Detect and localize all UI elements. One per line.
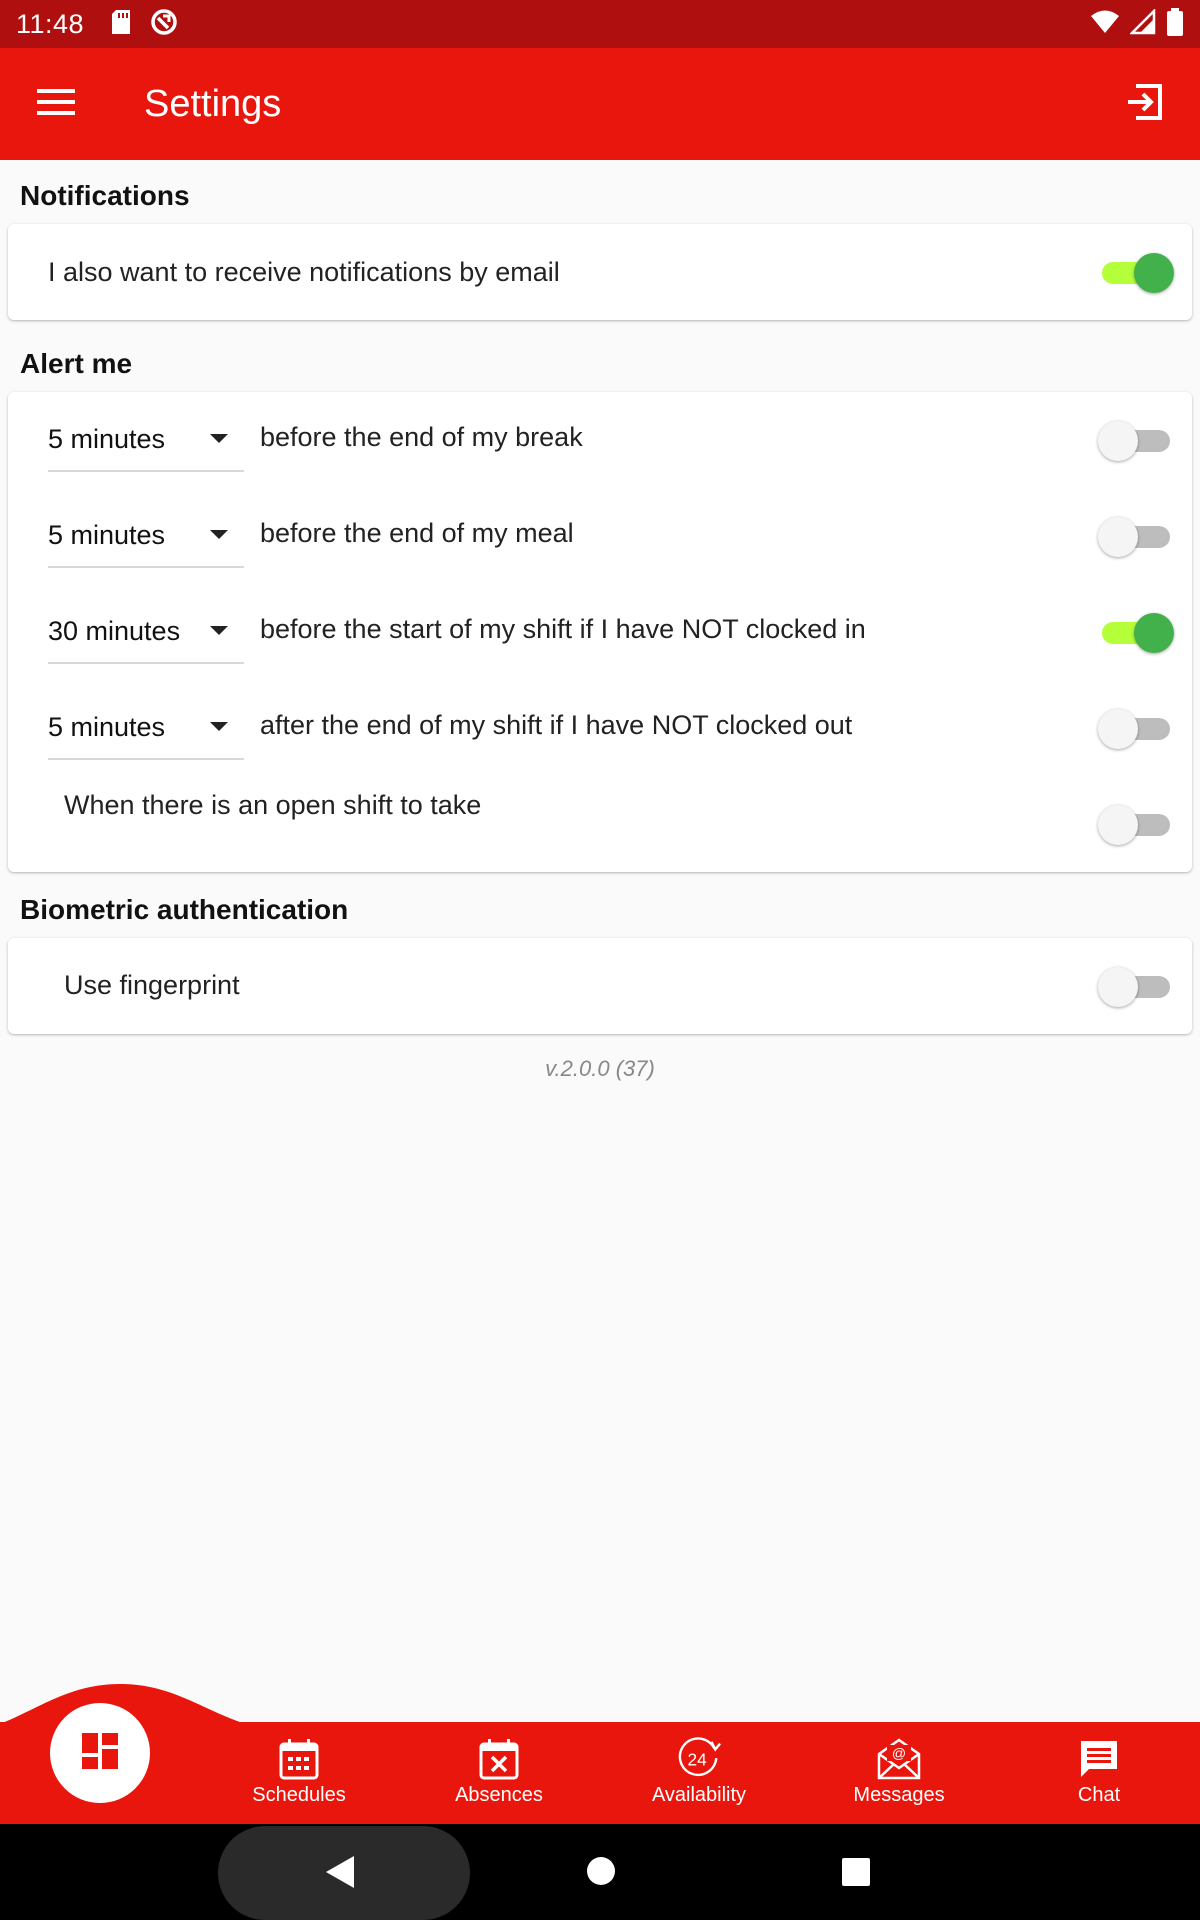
calendar-x-icon xyxy=(476,1736,522,1782)
biometric-card: Use fingerprint xyxy=(8,938,1192,1034)
nav-absences[interactable]: Absences xyxy=(424,1736,574,1816)
app-bar: Settings xyxy=(0,48,1200,160)
dropdown-value: 5 minutes xyxy=(48,423,166,454)
alert-me-card: 5 minutes before the end of my break 5 m… xyxy=(8,392,1192,872)
nav-chat[interactable]: Chat xyxy=(1024,1736,1174,1816)
dropdown-value: 5 minutes xyxy=(48,519,166,550)
shift-start-interval-dropdown[interactable]: 30 minutes xyxy=(48,600,244,664)
alert-me-heading: Alert me xyxy=(20,348,133,379)
meal-interval-dropdown[interactable]: 5 minutes xyxy=(48,504,244,568)
app-version: v.2.0.0 (37) xyxy=(545,1056,655,1081)
home-circle-icon xyxy=(586,1857,616,1890)
logout-button[interactable] xyxy=(1088,48,1200,160)
envelope-at-icon: @ xyxy=(876,1736,922,1782)
shift-end-alert-switch[interactable] xyxy=(1098,706,1174,750)
back-triangle-icon xyxy=(322,1856,358,1896)
sd-card-icon xyxy=(110,9,132,40)
recents-button[interactable] xyxy=(842,1858,870,1891)
break-interval-dropdown[interactable]: 5 minutes xyxy=(48,408,244,472)
break-alert-label: before the end of my break xyxy=(260,422,583,452)
menu-button[interactable] xyxy=(0,48,112,160)
calendar-grid-icon xyxy=(276,1736,322,1782)
cell-signal-icon xyxy=(1128,7,1156,40)
nav-label: Availability xyxy=(651,1784,747,1806)
status-time: 11:48 xyxy=(16,8,85,39)
hamburger-menu-icon xyxy=(37,88,75,121)
chat-bubble-icon xyxy=(1076,1736,1122,1782)
email-notification-label: I also want to receive notifications by … xyxy=(48,256,560,287)
shift-start-alert-label: before the start of my shift if I have N… xyxy=(260,614,866,644)
meal-alert-label: before the end of my meal xyxy=(260,518,574,548)
caret-down-icon xyxy=(210,434,228,443)
nav-schedules[interactable]: Schedules xyxy=(224,1736,374,1816)
dropdown-value: 5 minutes xyxy=(48,711,166,742)
wifi-icon xyxy=(1090,9,1120,40)
status-bar: 11:48 xyxy=(0,0,1200,48)
24-hours-icon: 24 xyxy=(676,1736,722,1782)
page-title: Settings xyxy=(144,82,282,125)
caret-down-icon xyxy=(210,626,228,635)
biometric-heading: Biometric authentication xyxy=(20,894,349,925)
sync-disabled-icon xyxy=(150,8,178,41)
notifications-heading: Notifications xyxy=(20,180,190,211)
nav-availability[interactable]: 24 Availability xyxy=(624,1736,774,1816)
shift-end-interval-dropdown[interactable]: 5 minutes xyxy=(48,696,244,760)
exit-icon xyxy=(1124,82,1164,127)
caret-down-icon xyxy=(210,722,228,731)
battery-icon xyxy=(1166,7,1184,41)
svg-text:24: 24 xyxy=(687,1750,707,1770)
open-shift-switch[interactable] xyxy=(1098,802,1174,846)
nav-label: Absences xyxy=(455,1784,543,1806)
email-notification-row: I also want to receive notifications by … xyxy=(8,224,1192,320)
nav-label: Chat xyxy=(1077,1784,1121,1806)
shift-start-alert-switch[interactable] xyxy=(1098,610,1174,654)
home-button[interactable] xyxy=(586,1856,616,1891)
recents-square-icon xyxy=(842,1858,870,1890)
fingerprint-label: Use fingerprint xyxy=(64,970,240,1000)
open-shift-label: When there is an open shift to take xyxy=(64,790,482,820)
email-notification-switch[interactable] xyxy=(1098,250,1174,294)
fingerprint-switch[interactable] xyxy=(1098,964,1174,1008)
notifications-card: I also want to receive notifications by … xyxy=(8,224,1192,320)
dropdown-value: 30 minutes xyxy=(48,615,181,646)
break-alert-switch[interactable] xyxy=(1098,418,1174,462)
dashboard-button[interactable] xyxy=(50,1703,150,1803)
nav-label: Messages xyxy=(853,1784,945,1806)
dashboard-icon xyxy=(80,1731,120,1776)
nav-messages[interactable]: @ Messages xyxy=(824,1736,974,1816)
svg-text:@: @ xyxy=(892,1745,906,1761)
meal-alert-switch[interactable] xyxy=(1098,514,1174,558)
caret-down-icon xyxy=(210,530,228,539)
back-button[interactable] xyxy=(322,1852,358,1897)
nav-label: Schedules xyxy=(252,1784,346,1806)
bottom-navigation xyxy=(0,1722,1200,1824)
shift-end-alert-label: after the end of my shift if I have NOT … xyxy=(260,710,853,740)
